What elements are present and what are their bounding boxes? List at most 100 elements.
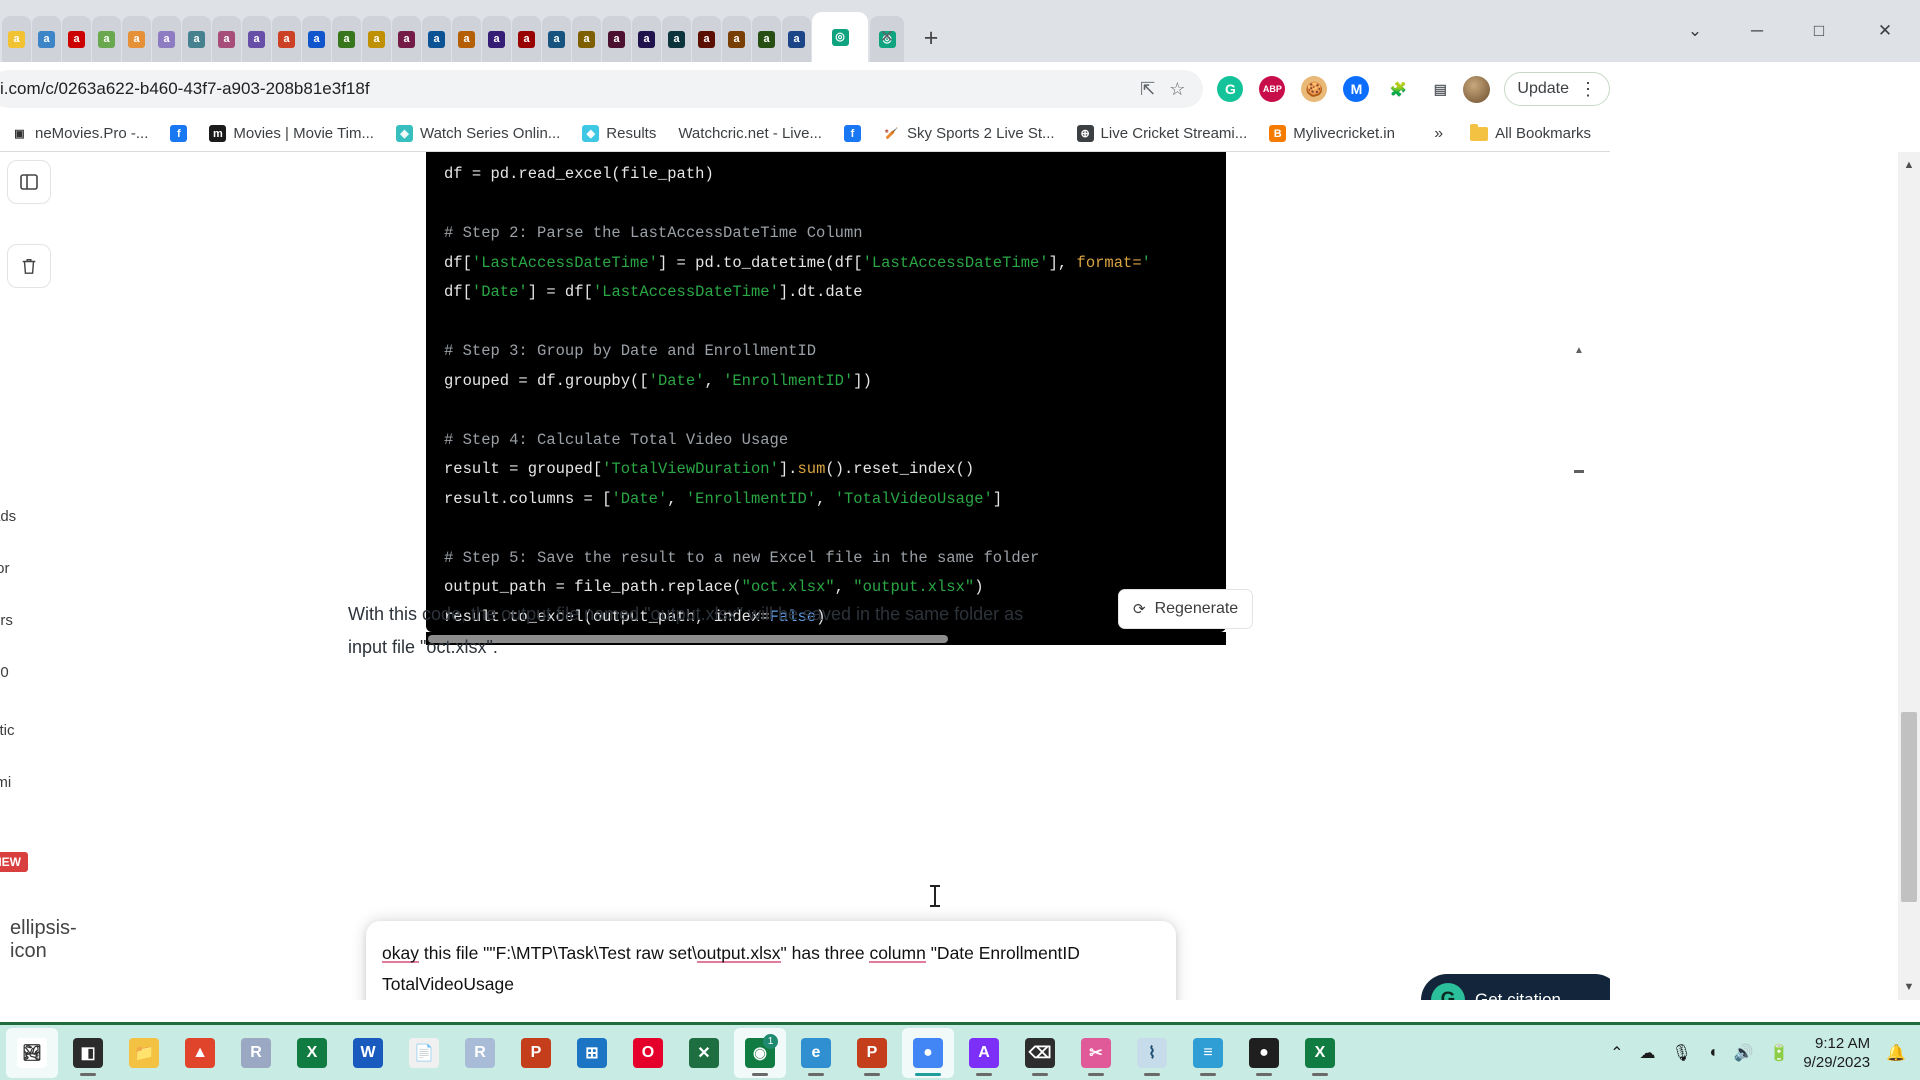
- notification-bell-icon[interactable]: 🔔: [1886, 1043, 1920, 1063]
- trash-icon[interactable]: [7, 244, 51, 288]
- scroll-down-arrow-icon[interactable]: ▼: [1898, 976, 1920, 998]
- regenerate-button[interactable]: ⟳ Regenerate: [1118, 589, 1254, 629]
- bookmark-item[interactable]: 🏏 Sky Sports 2 Live St...: [872, 120, 1066, 148]
- all-bookmarks-button[interactable]: All Bookmarks: [1459, 120, 1602, 148]
- sidepanel-icon[interactable]: ▤: [1427, 76, 1453, 102]
- taskbar-photos-app[interactable]: 🏞: [6, 1027, 58, 1078]
- taskbar-terminal-app[interactable]: ⌫: [1014, 1028, 1066, 1078]
- bookmark-item[interactable]: m Movies | Movie Tim...: [198, 120, 385, 148]
- taskbar-word-app[interactable]: W: [342, 1028, 394, 1078]
- tab-collapsed[interactable]: a: [302, 16, 331, 62]
- tab-collapsed[interactable]: a: [632, 16, 661, 62]
- bookmark-item[interactable]: ◆ Results: [571, 120, 667, 148]
- tab-collapsed[interactable]: a: [392, 16, 421, 62]
- taskbar-file-explorer-dark[interactable]: ◧: [62, 1028, 114, 1078]
- taskbar-opera-app[interactable]: O: [622, 1028, 674, 1078]
- battery-icon[interactable]: 🔋: [1769, 1043, 1789, 1063]
- sidebar-item-label[interactable]: ads: [0, 508, 16, 525]
- tab-collapsed[interactable]: a: [572, 16, 601, 62]
- tab-collapsed[interactable]: a: [362, 16, 391, 62]
- scroll-up-arrow-icon[interactable]: ▲: [1898, 154, 1920, 176]
- tab-collapsed[interactable]: a: [2, 16, 31, 62]
- taskbar-powerpoint-app[interactable]: P: [510, 1028, 562, 1078]
- onedrive-icon[interactable]: ☁: [1640, 1043, 1656, 1063]
- minimize-button[interactable]: ─: [1726, 9, 1788, 53]
- window-close-button[interactable]: ✕: [1850, 9, 1920, 53]
- scroll-thumb-top-icon[interactable]: ▬: [1570, 460, 1588, 480]
- taskbar-powerpoint-open-app[interactable]: P: [846, 1028, 898, 1078]
- sidebar-item-label[interactable]: tor: [0, 560, 10, 577]
- bookmark-item[interactable]: B Mylivecricket.in: [1258, 120, 1406, 148]
- message-composer[interactable]: okay this file ""F:\MTP\Task\Test raw se…: [366, 921, 1176, 1000]
- taskbar-chrome-profile-app[interactable]: ●: [902, 1027, 954, 1078]
- tab-collapsed[interactable]: a: [602, 16, 631, 62]
- taskbar-matlab-app[interactable]: ▲: [174, 1028, 226, 1078]
- taskbar-excel-sheet-app[interactable]: X: [1294, 1028, 1346, 1078]
- scroll-up-icon[interactable]: ▲: [1570, 340, 1588, 360]
- taskbar-notepad-app[interactable]: ≡: [1182, 1028, 1234, 1078]
- window-scrollbar-thumb[interactable]: [1901, 712, 1917, 902]
- new-tab-button[interactable]: +: [914, 21, 948, 55]
- tab-collapsed[interactable]: a: [452, 16, 481, 62]
- grammarly-extension[interactable]: G: [1217, 76, 1244, 102]
- extensions-cluster[interactable]: G ABP 🍪 M 🧩 ▤: [1217, 76, 1453, 102]
- tab-collapsed[interactable]: a: [782, 16, 811, 62]
- tab-collapsed[interactable]: a: [752, 16, 781, 62]
- star-icon[interactable]: ☆: [1169, 79, 1185, 100]
- taskbar-graph-app[interactable]: ⌇: [1126, 1028, 1178, 1078]
- tab-collapsed[interactable]: a: [272, 16, 301, 62]
- taskbar-clock[interactable]: 9:12 AM 9/29/2023: [1803, 1034, 1886, 1072]
- sidebar-item-label[interactable]: ers: [0, 612, 13, 629]
- bookmarks-overflow-button[interactable]: »: [1422, 125, 1455, 143]
- taskbar-obs-studio-app[interactable]: ●: [1238, 1028, 1290, 1078]
- tab-collapsed[interactable]: a: [662, 16, 691, 62]
- taskbar-microsoft-store-app[interactable]: ⊞: [566, 1028, 618, 1078]
- bookmark-item[interactable]: f: [833, 120, 872, 148]
- tab-collapsed[interactable]: a: [422, 16, 451, 62]
- tab-collapsed[interactable]: a: [122, 16, 151, 62]
- tab-collapsed[interactable]: a: [512, 16, 541, 62]
- microphone-icon[interactable]: 🎙: [1672, 1043, 1692, 1063]
- taskbar-running-apps[interactable]: ◉ 1 e P ● A ⌫ ✂ ⌇ ≡ ● X: [732, 1027, 1348, 1078]
- maximize-button[interactable]: □: [1788, 9, 1850, 53]
- wifi-icon[interactable]: ◖: [1708, 1044, 1718, 1062]
- taskbar-r-app[interactable]: R: [454, 1028, 506, 1078]
- show-hidden-icons[interactable]: ⌃: [1610, 1043, 1623, 1063]
- tab-active-chatgpt[interactable]: ◎ ✕: [812, 12, 894, 62]
- close-icon[interactable]: ✕: [880, 28, 894, 45]
- tab-collapsed[interactable]: a: [92, 16, 121, 62]
- window-scrollbar[interactable]: ▲ ▼: [1898, 152, 1920, 1000]
- taskbar-file-explorer[interactable]: 📁: [118, 1028, 170, 1078]
- taskbar-microsoft-edge-app[interactable]: e: [790, 1028, 842, 1078]
- tab-collapsed[interactable]: a: [32, 16, 61, 62]
- bookmarks-bar[interactable]: ▣ neMovies.Pro -... f m Movies | Movie Tim..…: [0, 116, 1610, 152]
- taskbar-excel-notification-app[interactable]: ◉ 1: [734, 1027, 786, 1078]
- inner-scrollbar[interactable]: ▲ ▬ ▼: [1570, 340, 1588, 1000]
- sidebar-item-label[interactable]: stic: [0, 722, 15, 739]
- omnibox[interactable]: i.com/c/0263a622-b460-43f7-a903-208b81e3…: [0, 70, 1204, 108]
- sidebar-item-label[interactable]: 40: [0, 664, 9, 681]
- tab-collapsed[interactable]: a: [62, 16, 91, 62]
- share-icon[interactable]: ⇱: [1140, 79, 1155, 100]
- adblock-plus-extension[interactable]: ABP: [1259, 76, 1286, 102]
- taskbar-python-idle-app[interactable]: 📄: [398, 1028, 450, 1078]
- extensions-puzzle-icon[interactable]: 🧩: [1385, 76, 1411, 102]
- taskbar-snipping-tool-app[interactable]: ✂: [1070, 1028, 1122, 1078]
- bookmark-item[interactable]: ▣ neMovies.Pro -...: [0, 120, 159, 148]
- taskbar-chrome-profile-a-app[interactable]: A: [958, 1028, 1010, 1078]
- tab-list[interactable]: aaaaaaaaaaaaaaaaaaaaaaaaaaa: [0, 0, 812, 62]
- tab-search-button[interactable]: ⌄: [1664, 9, 1726, 53]
- tab-collapsed[interactable]: a: [332, 16, 361, 62]
- bookmark-item[interactable]: ◈ Watch Series Onlin...: [385, 120, 571, 148]
- tab-collapsed[interactable]: a: [152, 16, 181, 62]
- taskbar-excel-green-app[interactable]: ✕: [678, 1028, 730, 1078]
- prompt-input[interactable]: okay this file ""F:\MTP\Task\Test raw se…: [382, 938, 1127, 1000]
- tab-collapsed[interactable]: a: [722, 16, 751, 62]
- system-tray[interactable]: ⌃ ☁ 🎙 ◖ 🔊 🔋: [1610, 1043, 1803, 1063]
- taskbar-rstudio-app[interactable]: R: [230, 1028, 282, 1078]
- tab-collapsed[interactable]: a: [482, 16, 511, 62]
- tab-collapsed[interactable]: a: [242, 16, 271, 62]
- taskbar-excel-app[interactable]: X: [286, 1028, 338, 1078]
- malwarebytes-extension[interactable]: M: [1343, 76, 1370, 102]
- taskbar-pinned-apps[interactable]: 🏞 ◧ 📁 ▲ R X W 📄 R P ⊞ O ✕: [0, 1027, 732, 1078]
